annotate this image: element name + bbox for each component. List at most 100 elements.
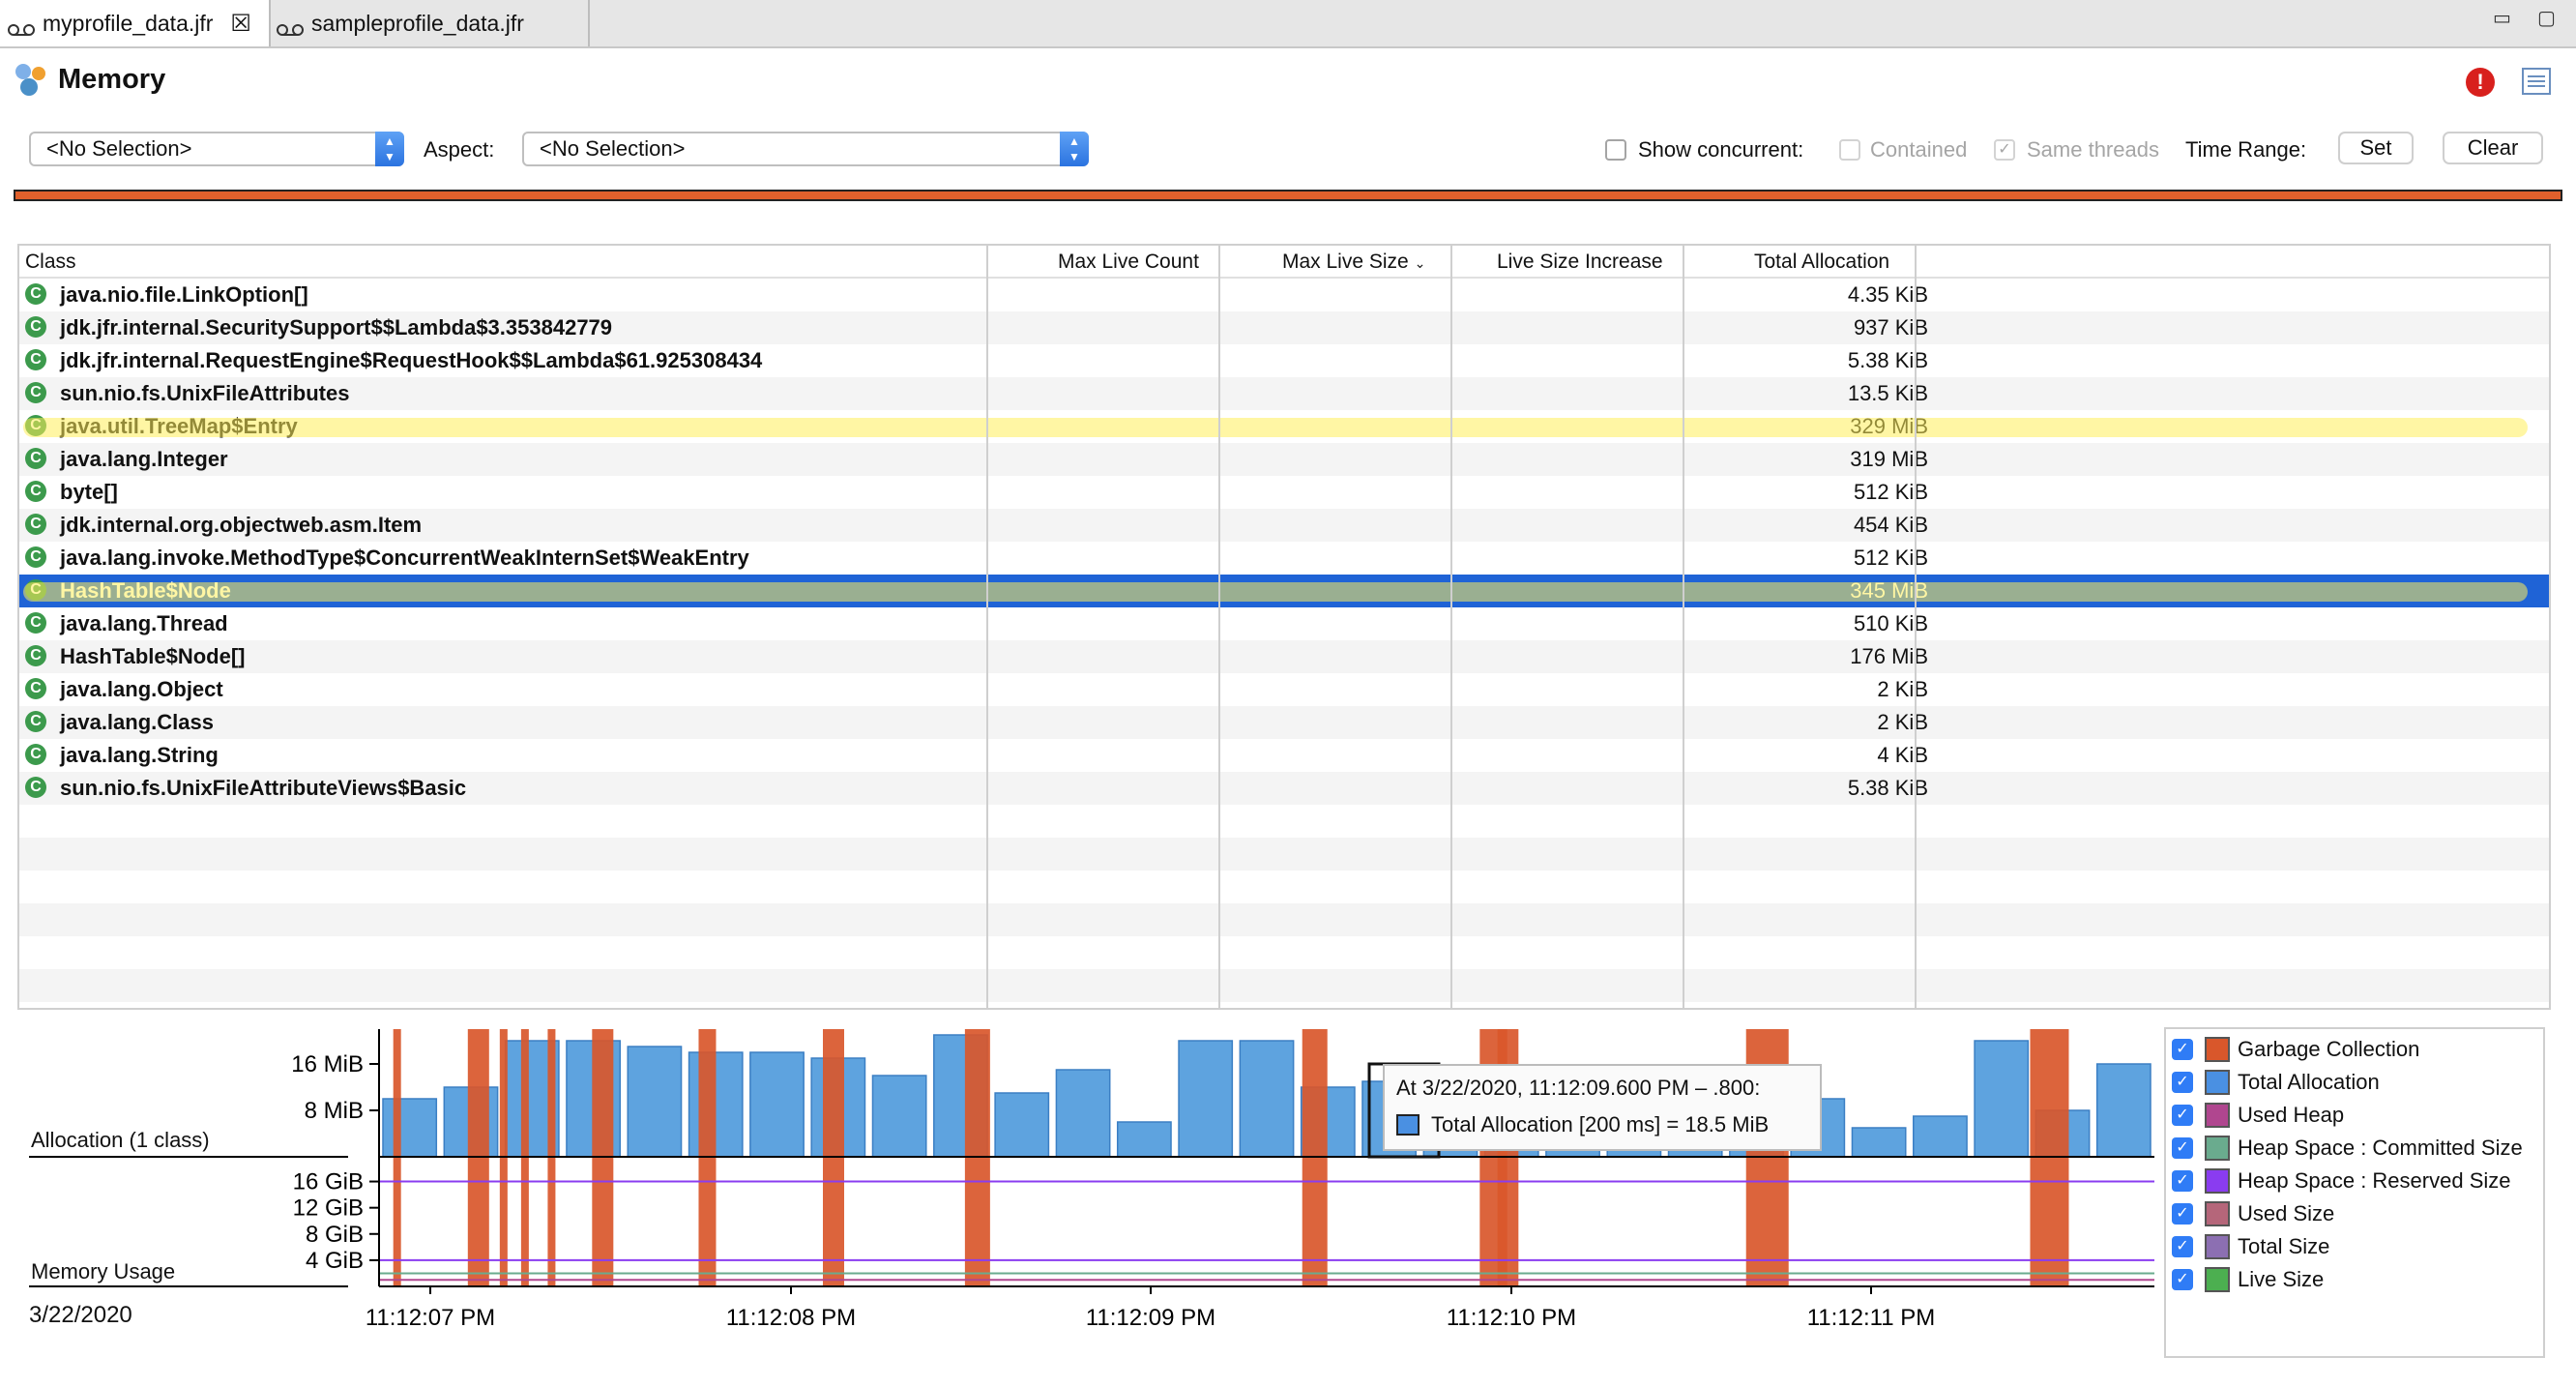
class-icon: C xyxy=(25,612,46,634)
table-row[interactable]: C HashTable$Node[] 176 MiB xyxy=(19,640,2549,673)
legend-item[interactable]: ✓ Total Allocation xyxy=(2172,1066,2380,1099)
class-icon: C xyxy=(25,349,46,370)
x-tick-label: 11:12:08 PM xyxy=(726,1305,856,1331)
legend-item[interactable]: ✓ Total Size xyxy=(2172,1230,2329,1263)
legend-checkbox[interactable]: ✓ xyxy=(2172,1170,2193,1192)
aspect-select[interactable]: <No Selection> ▲ ▼ xyxy=(522,132,1089,166)
legend-item[interactable]: ✓ Heap Space : Committed Size xyxy=(2172,1132,2523,1165)
contained-checkbox[interactable] xyxy=(1839,139,1860,161)
error-icon[interactable]: ! xyxy=(2466,68,2495,97)
table-row[interactable]: Cjava.lang.Thread 510 KiB xyxy=(19,607,2549,640)
table-row[interactable]: Cjava.lang.Integer 319 MiB xyxy=(19,443,2549,476)
empty-table-row xyxy=(19,805,2549,838)
class-name: java.lang.String xyxy=(60,743,219,767)
legend-checkbox[interactable]: ✓ xyxy=(2172,1072,2193,1093)
time-range-bar[interactable] xyxy=(14,190,2562,201)
view-menu-icon[interactable] xyxy=(2522,68,2551,95)
recording-icon xyxy=(8,16,35,36)
legend-swatch xyxy=(2205,1234,2230,1259)
class-name: java.lang.Thread xyxy=(60,611,228,635)
table-row[interactable]: Cjdk.jfr.internal.SecuritySupport$$Lambd… xyxy=(19,311,2549,344)
column-header-live-size-increase[interactable]: Live Size Increase xyxy=(1497,248,1663,277)
class-select-value: <No Selection> xyxy=(46,136,192,161)
class-select[interactable]: <No Selection> ▲ ▼ xyxy=(29,132,404,166)
legend-item[interactable]: ✓ Heap Space : Reserved Size xyxy=(2172,1165,2511,1197)
class-name: java.lang.Integer xyxy=(60,447,228,471)
minimize-icon[interactable]: ▭ xyxy=(2493,6,2514,29)
total-allocation-value: 2 KiB xyxy=(1877,677,1928,701)
class-icon: C xyxy=(25,645,46,666)
legend-checkbox[interactable]: ✓ xyxy=(2172,1269,2193,1290)
allocation-bar xyxy=(1178,1040,1234,1158)
legend-checkbox[interactable]: ✓ xyxy=(2172,1203,2193,1225)
x-tick-label: 11:12:11 PM xyxy=(1807,1305,1936,1331)
aspect-label: Aspect: xyxy=(424,137,495,162)
aspect-select-value: <No Selection> xyxy=(540,136,686,161)
legend-swatch xyxy=(2205,1136,2230,1161)
chart-tooltip: At 3/22/2020, 11:12:09.600 PM – .800: To… xyxy=(1383,1064,1822,1151)
legend-checkbox[interactable]: ✓ xyxy=(2172,1105,2193,1126)
table-row[interactable]: Cjava.lang.Object 2 KiB xyxy=(19,673,2549,706)
maximize-icon[interactable]: ▢ xyxy=(2537,6,2559,29)
allocation-bar xyxy=(1974,1040,2030,1158)
column-header-class[interactable]: Class xyxy=(25,248,76,277)
legend-label: Live Size xyxy=(2238,1267,2325,1291)
tooltip-swatch xyxy=(1396,1114,1420,1136)
column-header-max-live-count[interactable]: Max Live Count xyxy=(1058,248,1199,277)
date-label: 3/22/2020 xyxy=(29,1302,132,1328)
table-row[interactable]: Cjava.util.TreeMap$Entry329 MiB xyxy=(19,410,2549,443)
legend-item[interactable]: ✓ Used Heap xyxy=(2172,1099,2344,1132)
clear-button[interactable]: Clear xyxy=(2443,132,2543,164)
total-allocation-value: 454 KiB xyxy=(1853,513,1928,537)
show-concurrent-label: Show concurrent: xyxy=(1638,137,1804,162)
table-row[interactable]: Cjava.lang.String 4 KiB xyxy=(19,739,2549,772)
class-icon: C xyxy=(25,514,46,535)
alloc-tick-label: 8 MiB xyxy=(305,1098,364,1124)
legend-swatch xyxy=(2205,1168,2230,1194)
table-row[interactable]: CHashTable$Node345 MiB xyxy=(19,575,2549,607)
total-allocation-value: 176 MiB xyxy=(1850,644,1928,668)
legend-checkbox[interactable]: ✓ xyxy=(2172,1236,2193,1257)
class-table[interactable]: Class Max Live Count Max Live Size ⌄ Liv… xyxy=(17,244,2551,1010)
show-concurrent-checkbox[interactable] xyxy=(1605,139,1626,161)
x-tick-label: 11:12:07 PM xyxy=(366,1305,495,1331)
memory-page-icon xyxy=(12,60,50,99)
table-row[interactable]: Csun.nio.fs.UnixFileAttributeViews$Basic… xyxy=(19,772,2549,805)
set-button[interactable]: Set xyxy=(2338,132,2414,164)
table-row[interactable]: Cjava.nio.file.LinkOption[] 4.35 KiB xyxy=(19,279,2549,311)
legend-checkbox[interactable]: ✓ xyxy=(2172,1039,2193,1060)
table-row[interactable]: Cbyte[] 512 KiB xyxy=(19,476,2549,509)
contained-label: Contained xyxy=(1870,137,1968,162)
tab-myprofile[interactable]: myprofile_data.jfr ☒ xyxy=(0,0,271,46)
allocation-bar xyxy=(1239,1040,1295,1158)
total-allocation-value: 5.38 KiB xyxy=(1847,348,1928,372)
table-row[interactable]: Csun.nio.fs.UnixFileAttributes 13.5 KiB xyxy=(19,377,2549,410)
table-row[interactable]: Cjava.lang.invoke.MethodType$ConcurrentW… xyxy=(19,542,2549,575)
x-tick-label: 11:12:09 PM xyxy=(1086,1305,1215,1331)
same-threads-checkbox[interactable]: ✓ xyxy=(1994,139,2015,161)
tab-sampleprofile[interactable]: sampleprofile_data.jfr xyxy=(269,0,590,46)
table-row[interactable]: Cjava.lang.Class 2 KiB xyxy=(19,706,2549,739)
recording-icon xyxy=(277,16,304,36)
column-header-max-live-size[interactable]: Max Live Size ⌄ xyxy=(1282,248,1425,277)
empty-table-row xyxy=(19,1002,2549,1008)
tab-label: sampleprofile_data.jfr xyxy=(311,10,524,36)
table-row[interactable]: Cjdk.internal.org.objectweb.asm.Item 454 … xyxy=(19,509,2549,542)
class-name: java.nio.file.LinkOption[] xyxy=(60,282,308,307)
close-icon[interactable]: ☒ xyxy=(230,10,251,38)
legend-item[interactable]: ✓ Live Size xyxy=(2172,1263,2324,1296)
class-icon: C xyxy=(25,448,46,469)
class-name: jdk.jfr.internal.RequestEngine$RequestHo… xyxy=(60,348,763,372)
memory-tick-label: 16 GiB xyxy=(293,1169,364,1195)
table-row[interactable]: Cjdk.jfr.internal.RequestEngine$RequestH… xyxy=(19,344,2549,377)
legend-swatch xyxy=(2205,1103,2230,1128)
legend-item[interactable]: ✓ Used Size xyxy=(2172,1197,2334,1230)
column-divider xyxy=(1915,246,1917,1008)
column-header-total-allocation[interactable]: Total Allocation xyxy=(1754,248,1889,277)
class-icon: C xyxy=(25,744,46,765)
column-divider xyxy=(1450,246,1452,1008)
total-allocation-value: 4 KiB xyxy=(1877,743,1928,767)
legend-item[interactable]: ✓ Garbage Collection xyxy=(2172,1033,2419,1066)
total-allocation-value: 510 KiB xyxy=(1853,611,1928,635)
legend-checkbox[interactable]: ✓ xyxy=(2172,1137,2193,1159)
